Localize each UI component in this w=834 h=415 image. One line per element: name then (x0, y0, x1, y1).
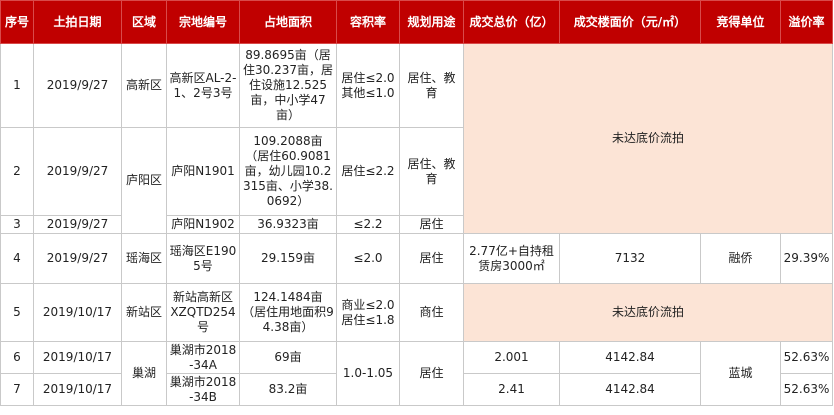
cell-no: 7 (0, 373, 34, 406)
cell-no: 1 (0, 43, 34, 128)
cell-district: 新站区 (121, 283, 167, 342)
cell-far: ≤2.2 (336, 215, 400, 234)
far-line: 其他≤1.0 (341, 85, 395, 100)
cell-use: 商住 (399, 283, 464, 342)
col-header-use: 规划用途 (399, 0, 464, 44)
cell-winner: 融侨 (700, 233, 781, 284)
cell-area: 29.159亩 (239, 233, 337, 284)
cell-date: 2019/10/17 (33, 341, 122, 374)
cell-use: 居住 (399, 341, 464, 406)
cell-parcel: 巢湖市2018-34B (166, 373, 240, 406)
col-header-no: 序号 (0, 0, 34, 44)
col-header-far: 容积率 (336, 0, 400, 44)
col-header-district: 区域 (121, 0, 167, 44)
land-auction-table: 序号 土拍日期 区域 宗地编号 占地面积 容积率 规划用途 成交总价（亿） 成交… (0, 0, 833, 406)
col-header-date: 土拍日期 (33, 0, 122, 44)
cell-parcel: 高新区AL-2-1、2号3号 (166, 43, 240, 128)
cell-winner: 蓝城 (700, 341, 781, 406)
cell-district: 瑶海区 (121, 233, 167, 284)
cell-total: 2.001 (463, 341, 560, 374)
table-row: 6 2019/10/17 巢湖 巢湖市2018-34A 69亩 1.0-1.05… (0, 341, 833, 406)
table-row: 5 2019/10/17 新站区 新站高新区XZQTD254号 124.1484… (0, 283, 833, 342)
cell-area: 69亩 (239, 341, 337, 374)
cell-area: 124.1484亩（居住用地面积94.38亩） (239, 283, 337, 342)
cell-district: 巢湖 (121, 341, 167, 406)
cell-total: 2.41 (463, 373, 560, 406)
cell-use: 居住、教育 (399, 43, 464, 128)
cell-price: 7132 (559, 233, 701, 284)
cell-far: 商业≤2.0 居住≤1.8 (336, 283, 400, 342)
cell-date: 2019/9/27 (33, 215, 122, 234)
cell-far: 居住≤2.2 (336, 127, 400, 216)
cell-parcel: 庐阳N1902 (166, 215, 240, 234)
far-line: 居住≤1.8 (341, 312, 395, 327)
cell-no: 4 (0, 233, 34, 284)
cell-price: 4142.84 (559, 341, 701, 374)
cell-parcel: 庐阳N1901 (166, 127, 240, 216)
cell-use: 居住 (399, 215, 464, 234)
col-header-total: 成交总价（亿） (463, 0, 560, 44)
cell-far: 1.0-1.05 (336, 341, 400, 406)
cell-area: 89.8695亩（居住30.237亩，居住设施12.525亩，中小学47亩） (239, 43, 337, 128)
col-header-parcel: 宗地编号 (166, 0, 240, 44)
cell-date: 2019/9/27 (33, 127, 122, 216)
cell-district: 庐阳区 (121, 127, 167, 234)
cell-no: 2 (0, 127, 34, 216)
cell-total: 2.77亿+自持租赁房3000㎡ (463, 233, 560, 284)
failed-auction-cell: 未达底价流拍 (463, 283, 833, 342)
cell-area: 109.2088亩（居住60.9081亩，幼儿园10.2315亩、小学38.06… (239, 127, 337, 216)
col-header-winner: 竞得单位 (700, 0, 781, 44)
failed-auction-cell: 未达底价流拍 (463, 43, 833, 234)
cell-area: 83.2亩 (239, 373, 337, 406)
cell-no: 6 (0, 341, 34, 374)
cell-price: 4142.84 (559, 373, 701, 406)
cell-no: 3 (0, 215, 34, 234)
header-row: 序号 土拍日期 区域 宗地编号 占地面积 容积率 规划用途 成交总价（亿） 成交… (0, 0, 833, 44)
cell-date: 2019/10/17 (33, 283, 122, 342)
col-header-premium: 溢价率 (780, 0, 833, 44)
cell-use: 居住、教育 (399, 127, 464, 216)
cell-far: ≤2.0 (336, 233, 400, 284)
far-line: 商业≤2.0 (341, 297, 395, 312)
far-line: 居住≤2.0 (341, 70, 395, 85)
cell-area: 36.9323亩 (239, 215, 337, 234)
cell-date: 2019/10/17 (33, 373, 122, 406)
cell-parcel: 新站高新区XZQTD254号 (166, 283, 240, 342)
cell-parcel: 巢湖市2018-34A (166, 341, 240, 374)
cell-no: 5 (0, 283, 34, 342)
cell-premium: 29.39% (780, 233, 833, 284)
cell-use: 居住 (399, 233, 464, 284)
table-row: 1 2019/9/27 高新区 高新区AL-2-1、2号3号 89.8695亩（… (0, 43, 833, 234)
col-header-price: 成交楼面价（元/㎡） (559, 0, 701, 44)
col-header-area: 占地面积 (239, 0, 337, 44)
cell-premium: 52.63% (780, 373, 833, 406)
table-row: 4 2019/9/27 瑶海区 瑶海区E1905号 29.159亩 ≤2.0 居… (0, 233, 833, 284)
cell-district: 高新区 (121, 43, 167, 128)
cell-parcel: 瑶海区E1905号 (166, 233, 240, 284)
cell-premium: 52.63% (780, 341, 833, 374)
cell-far: 居住≤2.0 其他≤1.0 (336, 43, 400, 128)
cell-date: 2019/9/27 (33, 233, 122, 284)
cell-date: 2019/9/27 (33, 43, 122, 128)
